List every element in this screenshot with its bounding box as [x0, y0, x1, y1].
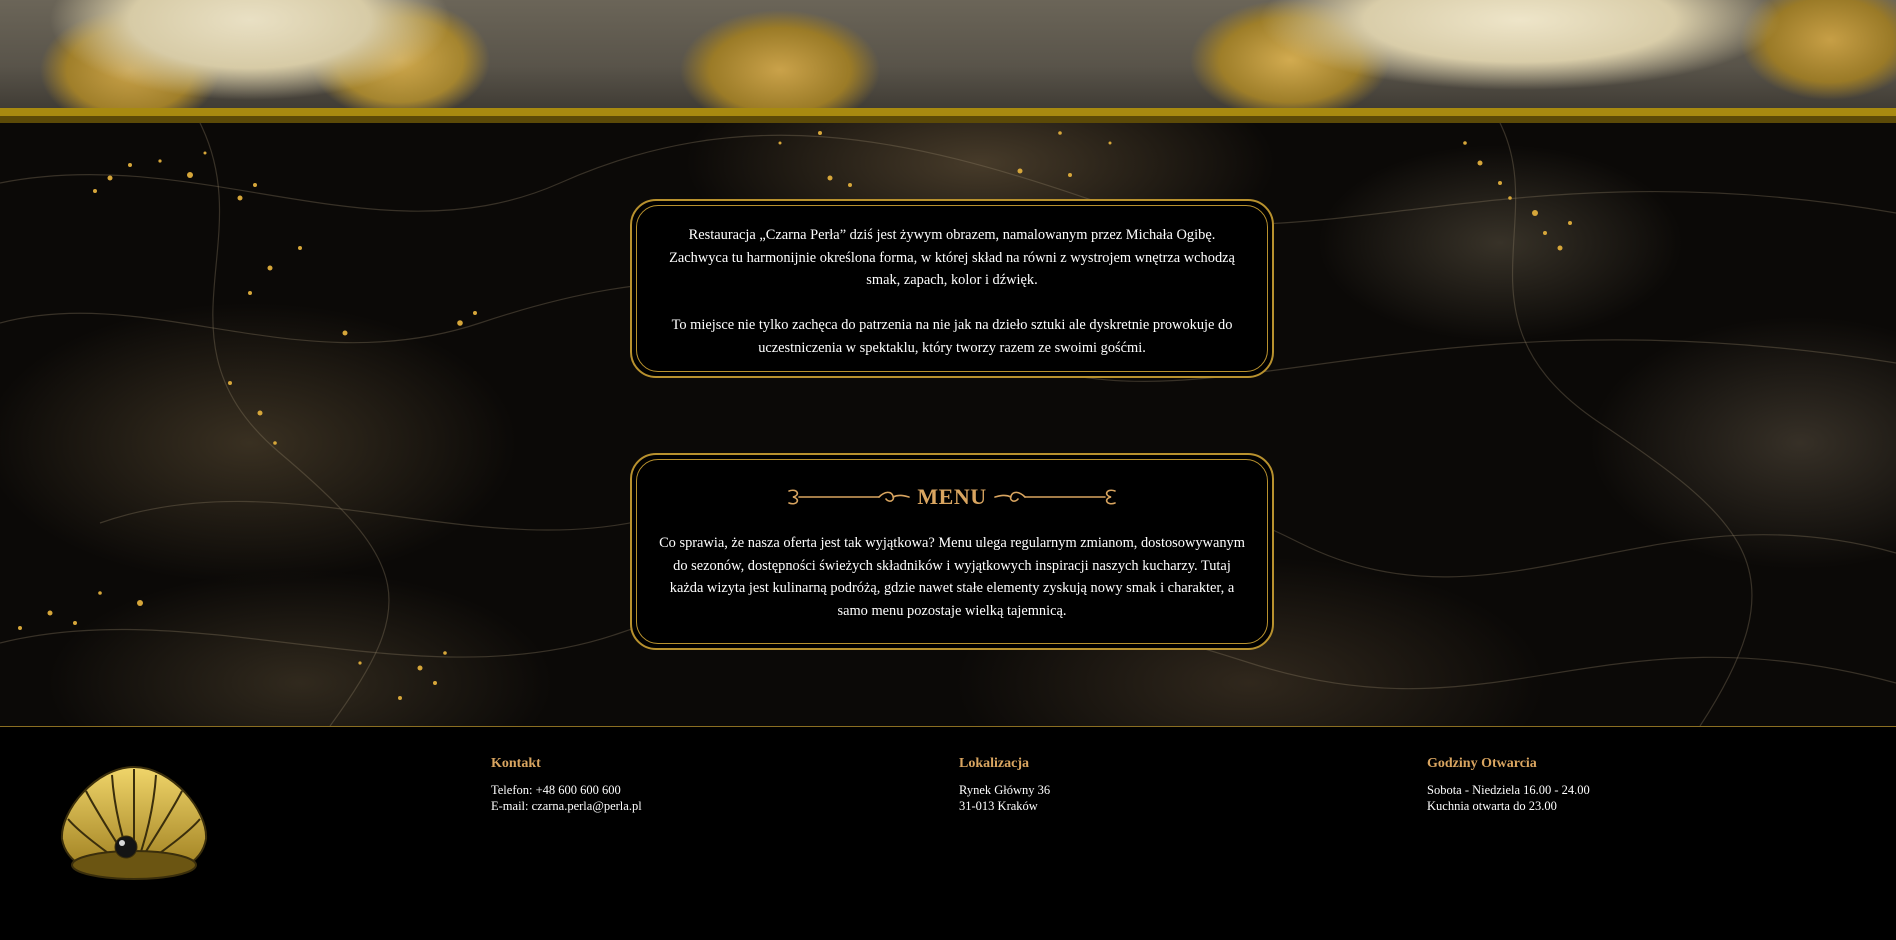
footer: Kontakt Telefon: +48 600 600 600 E-mail:…	[0, 727, 1896, 940]
menu-title: MENU	[917, 483, 987, 509]
footer-location: Lokalizacja Rynek Główny 36 31-013 Krakó…	[959, 756, 1050, 814]
about-card: Restauracja „Czarna Perła” dziś jest żyw…	[630, 199, 1274, 378]
contact-heading: Kontakt	[491, 756, 541, 771]
ornament-left-icon	[787, 486, 911, 508]
contact-email[interactable]: E-mail: czarna.perla@perla.pl	[491, 799, 642, 815]
location-street: Rynek Główny 36	[959, 783, 1051, 797]
about-card-inner: Restauracja „Czarna Perła” dziś jest żyw…	[636, 205, 1268, 372]
hero-divider-gold	[0, 108, 1896, 116]
hours-kitchen: Kuchnia otwarta do 23.00	[1427, 798, 1557, 813]
menu-card-inner: MENU Co sprawia, że nasza oferta jest ta…	[636, 459, 1268, 644]
footer-contact: Kontakt Telefon: +48 600 600 600 E-mail:…	[491, 756, 642, 814]
about-paragraph-2: To miejsce nie tylko zachęca do patrzeni…	[671, 317, 1233, 356]
location-city: 31-013 Kraków	[959, 798, 1038, 813]
pearl-shell-icon[interactable]	[56, 761, 212, 883]
menu-text: Co sprawia, że nasza oferta jest tak wyj…	[659, 535, 1245, 619]
menu-heading: MENU	[659, 480, 1245, 514]
hours-weekend: Sobota - Niedziela 16.00 - 24.00	[1427, 783, 1590, 797]
about-paragraph-1: Restauracja „Czarna Perła” dziś jest żyw…	[669, 227, 1235, 289]
footer-hours: Godziny Otwarcia Sobota - Niedziela 16.0…	[1427, 756, 1590, 814]
contact-phone[interactable]: Telefon: +48 600 600 600	[491, 783, 642, 799]
hours-heading: Godziny Otwarcia	[1427, 756, 1537, 771]
hero-image	[0, 0, 1896, 110]
location-heading: Lokalizacja	[959, 756, 1029, 771]
ornament-right-icon	[993, 486, 1117, 508]
menu-card: MENU Co sprawia, że nasza oferta jest ta…	[630, 453, 1274, 650]
hero-divider-dark	[0, 116, 1896, 123]
